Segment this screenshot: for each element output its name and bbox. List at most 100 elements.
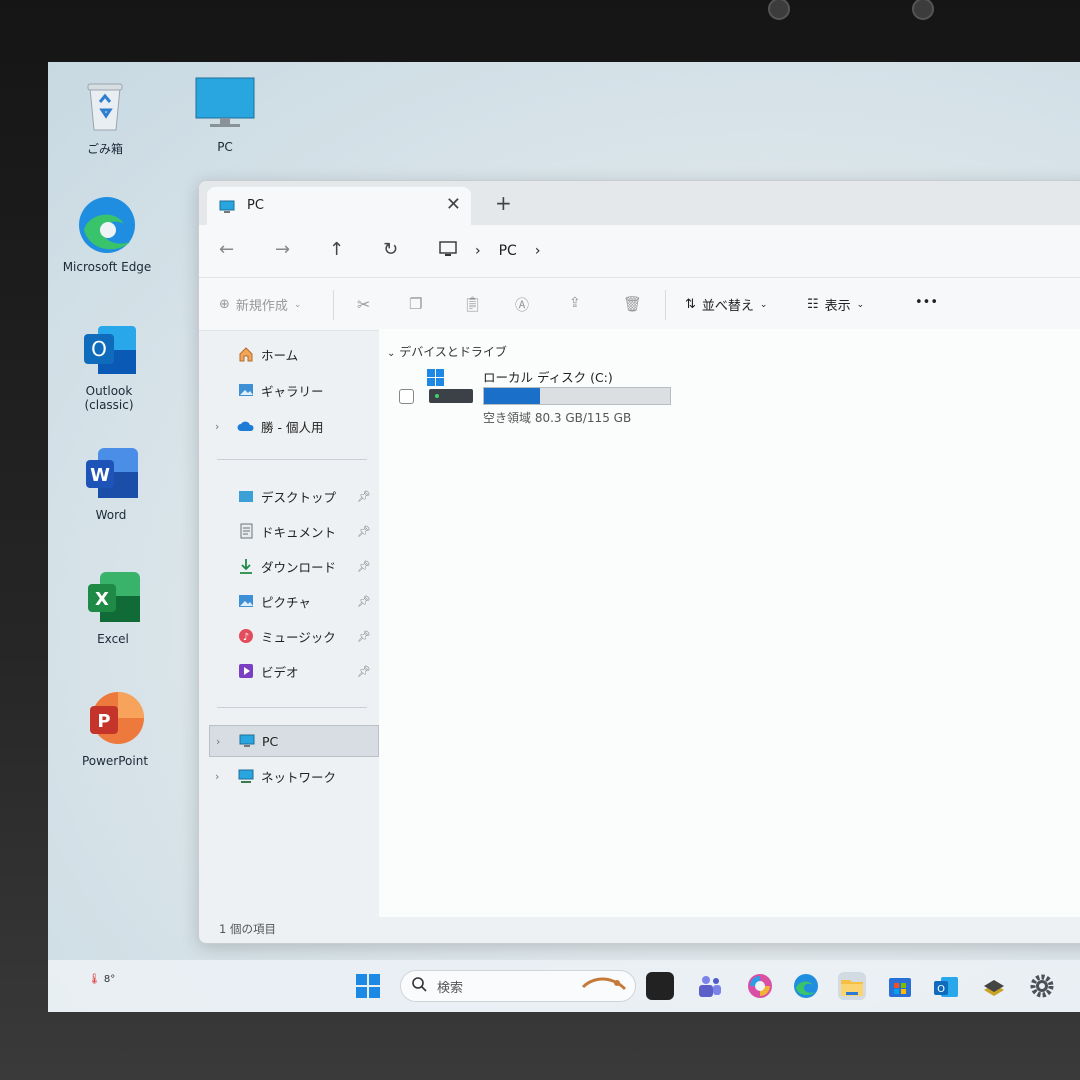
search-highlight-icon (581, 975, 627, 997)
new-tab-button[interactable]: + (495, 191, 512, 215)
sidebar-item-label: ネットワーク (261, 769, 337, 785)
pin-icon[interactable]: 📌︎ (357, 525, 371, 538)
desktop-icon-excel[interactable]: X Excel (68, 566, 158, 646)
address-bar[interactable]: › PC › (439, 235, 540, 267)
breadcrumb-separator[interactable]: › (535, 243, 541, 259)
taskbar-search-box[interactable]: 検索 (400, 970, 636, 1002)
sidebar-item-label: 勝 - 個人用 (261, 419, 324, 435)
view-button[interactable]: ☷ 表示 ⌄ (807, 295, 864, 314)
toolbar-divider (665, 290, 666, 320)
file-list: ⌄ デバイスとドライブ ローカル ディスク (C:) 空き領域 80.3 GB/… (379, 329, 1080, 917)
weather-temperature: 8° (103, 974, 116, 985)
tab-title: PC (247, 198, 264, 213)
teams-icon[interactable] (696, 972, 724, 1000)
pin-icon[interactable]: 📌︎ (357, 630, 371, 643)
edge-taskbar-icon[interactable] (792, 972, 820, 1000)
drive-icon (425, 367, 475, 411)
chevron-down-icon: ⌄ (759, 299, 768, 310)
task-view-icon[interactable] (646, 972, 674, 1000)
select-checkbox[interactable] (399, 389, 414, 404)
pin-icon[interactable]: 📌︎ (357, 665, 371, 678)
svg-text:O: O (937, 984, 945, 995)
tab-pc[interactable]: PC ✕ (207, 187, 471, 225)
sidebar-item-documents[interactable]: ドキュメント 📌︎ (209, 516, 377, 546)
group-header-devices[interactable]: ⌄ デバイスとドライブ (387, 343, 507, 360)
desktop-icon-powerpoint[interactable]: P PowerPoint (70, 688, 160, 768)
weather-widget[interactable]: 🌡︎ 8° (88, 974, 115, 985)
chevron-right-icon[interactable]: › (215, 420, 219, 433)
taskbar: 🌡︎ 8° 検索 O (48, 960, 1080, 1012)
navigation-pane: ホーム ギャラリー › 勝 - 個人用 デスクトップ 📌︎ ドキュメント 📌︎ (199, 329, 379, 943)
sidebar-item-desktop[interactable]: デスクトップ 📌︎ (209, 481, 377, 511)
chevron-right-icon[interactable]: › (216, 735, 220, 748)
desktop-icon-word[interactable]: W Word (66, 442, 156, 522)
refresh-icon[interactable]: ↻ (383, 239, 398, 260)
sidebar-item-onedrive[interactable]: › 勝 - 個人用 (209, 411, 377, 441)
more-options-button[interactable]: ••• (915, 295, 938, 310)
sidebar-item-pc[interactable]: › PC (209, 725, 379, 757)
pc-monitor-icon (439, 241, 457, 261)
pin-icon[interactable]: 📌︎ (357, 490, 371, 503)
chevron-down-icon: ⌄ (293, 299, 302, 310)
download-arrow-icon (237, 558, 255, 574)
command-bar: ⊕ 新規作成 ⌄ ✂ ❐ 📋︎ Ⓐ ⇪ 🗑︎ ⇅ 並べ替え ⌄ ☷ 表示 ⌄ •… (199, 278, 1080, 331)
sidebar-item-label: ギャラリー (261, 383, 324, 399)
edge-icon (76, 194, 138, 256)
sidebar-item-gallery[interactable]: ギャラリー (209, 375, 377, 405)
up-arrow-icon[interactable]: ↑ (329, 239, 344, 260)
desktop-icon-outlook[interactable]: O Outlook (classic) (64, 318, 154, 412)
settings-gear-icon[interactable] (1028, 972, 1056, 1000)
delete-icon[interactable]: 🗑︎ (623, 295, 642, 313)
sidebar-item-home[interactable]: ホーム (209, 339, 377, 369)
desktop: ごみ箱 PC Microsoft Edge O Outlook (classic… (48, 62, 1080, 1012)
app-taskbar-icon[interactable] (980, 972, 1008, 1000)
sidebar-item-downloads[interactable]: ダウンロード 📌︎ (209, 551, 377, 581)
back-arrow-icon[interactable]: ← (219, 239, 234, 260)
forward-arrow-icon[interactable]: → (275, 239, 290, 260)
pin-icon[interactable]: 📌︎ (357, 560, 371, 573)
svg-text:X: X (95, 589, 109, 610)
store-icon[interactable] (886, 972, 914, 1000)
paste-icon[interactable]: 📋︎ (463, 295, 482, 313)
pc-monitor-icon (194, 74, 256, 136)
sidebar-item-label: ビデオ (261, 664, 299, 680)
close-tab-icon[interactable]: ✕ (446, 194, 461, 215)
pc-monitor-icon (238, 733, 256, 749)
group-header-label: デバイスとドライブ (399, 345, 507, 359)
share-icon[interactable]: ⇪ (569, 295, 581, 311)
outlook-taskbar-icon[interactable]: O (932, 972, 960, 1000)
windows-logo-icon (356, 974, 380, 998)
sidebar-item-label: ホーム (261, 347, 299, 363)
desktop-icon-edge[interactable]: Microsoft Edge (62, 194, 152, 274)
sidebar-item-videos[interactable]: ビデオ 📌︎ (209, 656, 377, 686)
toolbar-divider (333, 290, 334, 320)
chevron-right-icon[interactable]: › (215, 770, 219, 783)
bezel-screw (912, 0, 934, 20)
breadcrumb-pc[interactable]: PC (499, 243, 517, 259)
copy-icon[interactable]: ❐ (409, 295, 422, 313)
sort-button[interactable]: ⇅ 並べ替え ⌄ (685, 295, 767, 314)
drive-usage-bar (483, 387, 671, 405)
breadcrumb-separator[interactable]: › (475, 243, 481, 259)
sidebar-item-music[interactable]: ♪ ミュージック 📌︎ (209, 621, 377, 651)
word-icon: W (80, 442, 142, 504)
new-button[interactable]: ⊕ 新規作成 ⌄ (219, 295, 301, 314)
chevron-down-icon: ⌄ (387, 348, 396, 359)
drive-item-c[interactable]: ローカル ディスク (C:) 空き領域 80.3 GB/115 GB (399, 367, 699, 427)
svg-text:P: P (97, 711, 110, 732)
cut-icon[interactable]: ✂ (357, 295, 370, 314)
title-bar: PC ✕ + (199, 181, 1080, 225)
file-explorer-window: PC ✕ + ← → ↑ ↻ › PC › ⊕ 新規作成 ⌄ ✂ ❐ 📋︎ Ⓐ … (198, 180, 1080, 944)
sidebar-item-pictures[interactable]: ピクチャ 📌︎ (209, 586, 377, 616)
copilot-icon[interactable] (746, 972, 774, 1000)
desktop-icon-pc[interactable]: PC (180, 74, 270, 154)
sidebar-divider (217, 459, 367, 460)
sidebar-item-network[interactable]: › ネットワーク (209, 761, 377, 791)
desktop-icon-recycle-bin[interactable]: ごみ箱 (60, 74, 150, 157)
start-button[interactable] (354, 972, 382, 1000)
drive-free-space: 空き領域 80.3 GB/115 GB (483, 411, 632, 425)
pin-icon[interactable]: 📌︎ (357, 595, 371, 608)
file-explorer-taskbar-icon[interactable] (838, 972, 866, 1000)
rename-icon[interactable]: Ⓐ (515, 295, 529, 315)
drive-usage-fill (484, 388, 541, 404)
